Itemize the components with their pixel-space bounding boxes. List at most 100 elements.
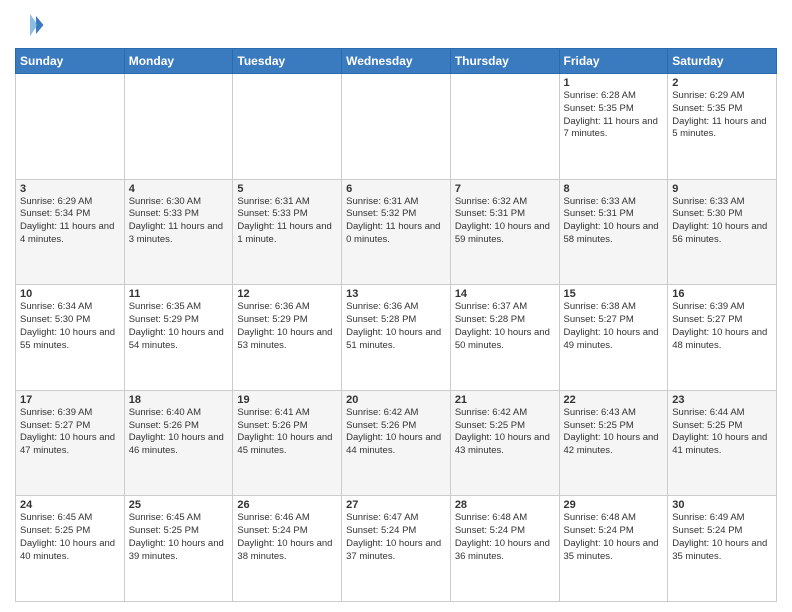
calendar-cell: [16, 74, 125, 180]
cell-text: Sunrise: 6:39 AM Sunset: 5:27 PM Dayligh…: [20, 407, 120, 458]
cell-text: Sunrise: 6:39 AM Sunset: 5:27 PM Dayligh…: [672, 301, 772, 352]
cell-text: Sunrise: 6:46 AM Sunset: 5:24 PM Dayligh…: [237, 512, 337, 563]
cell-text: Sunrise: 6:29 AM Sunset: 5:34 PM Dayligh…: [20, 196, 120, 247]
day-number: 29: [564, 499, 664, 511]
day-number: 21: [455, 394, 555, 406]
calendar-cell: 22Sunrise: 6:43 AM Sunset: 5:25 PM Dayli…: [559, 390, 668, 496]
day-number: 23: [672, 394, 772, 406]
day-number: 18: [129, 394, 229, 406]
day-number: 19: [237, 394, 337, 406]
weekday-header-thursday: Thursday: [450, 49, 559, 74]
calendar-cell: 9Sunrise: 6:33 AM Sunset: 5:30 PM Daylig…: [668, 179, 777, 285]
calendar-cell: 15Sunrise: 6:38 AM Sunset: 5:27 PM Dayli…: [559, 285, 668, 391]
day-number: 15: [564, 288, 664, 300]
calendar-cell: 16Sunrise: 6:39 AM Sunset: 5:27 PM Dayli…: [668, 285, 777, 391]
week-row-5: 24Sunrise: 6:45 AM Sunset: 5:25 PM Dayli…: [16, 496, 777, 602]
calendar-cell: [124, 74, 233, 180]
cell-text: Sunrise: 6:31 AM Sunset: 5:33 PM Dayligh…: [237, 196, 337, 247]
week-row-1: 1Sunrise: 6:28 AM Sunset: 5:35 PM Daylig…: [16, 74, 777, 180]
calendar-cell: 13Sunrise: 6:36 AM Sunset: 5:28 PM Dayli…: [342, 285, 451, 391]
logo: [15, 10, 49, 40]
cell-text: Sunrise: 6:31 AM Sunset: 5:32 PM Dayligh…: [346, 196, 446, 247]
calendar-cell: 3Sunrise: 6:29 AM Sunset: 5:34 PM Daylig…: [16, 179, 125, 285]
calendar-cell: 17Sunrise: 6:39 AM Sunset: 5:27 PM Dayli…: [16, 390, 125, 496]
cell-text: Sunrise: 6:32 AM Sunset: 5:31 PM Dayligh…: [455, 196, 555, 247]
cell-text: Sunrise: 6:33 AM Sunset: 5:31 PM Dayligh…: [564, 196, 664, 247]
calendar-cell: 5Sunrise: 6:31 AM Sunset: 5:33 PM Daylig…: [233, 179, 342, 285]
day-number: 4: [129, 183, 229, 195]
day-number: 11: [129, 288, 229, 300]
calendar-cell: 26Sunrise: 6:46 AM Sunset: 5:24 PM Dayli…: [233, 496, 342, 602]
week-row-3: 10Sunrise: 6:34 AM Sunset: 5:30 PM Dayli…: [16, 285, 777, 391]
day-number: 14: [455, 288, 555, 300]
cell-text: Sunrise: 6:48 AM Sunset: 5:24 PM Dayligh…: [564, 512, 664, 563]
day-number: 20: [346, 394, 446, 406]
calendar-cell: 23Sunrise: 6:44 AM Sunset: 5:25 PM Dayli…: [668, 390, 777, 496]
calendar-cell: 8Sunrise: 6:33 AM Sunset: 5:31 PM Daylig…: [559, 179, 668, 285]
cell-text: Sunrise: 6:29 AM Sunset: 5:35 PM Dayligh…: [672, 90, 772, 141]
calendar-cell: [233, 74, 342, 180]
day-number: 22: [564, 394, 664, 406]
calendar-cell: 14Sunrise: 6:37 AM Sunset: 5:28 PM Dayli…: [450, 285, 559, 391]
calendar-cell: 19Sunrise: 6:41 AM Sunset: 5:26 PM Dayli…: [233, 390, 342, 496]
calendar-cell: 2Sunrise: 6:29 AM Sunset: 5:35 PM Daylig…: [668, 74, 777, 180]
cell-text: Sunrise: 6:36 AM Sunset: 5:28 PM Dayligh…: [346, 301, 446, 352]
day-number: 30: [672, 499, 772, 511]
calendar-cell: 21Sunrise: 6:42 AM Sunset: 5:25 PM Dayli…: [450, 390, 559, 496]
calendar-cell: 30Sunrise: 6:49 AM Sunset: 5:24 PM Dayli…: [668, 496, 777, 602]
day-number: 12: [237, 288, 337, 300]
cell-text: Sunrise: 6:49 AM Sunset: 5:24 PM Dayligh…: [672, 512, 772, 563]
day-number: 17: [20, 394, 120, 406]
calendar-cell: 24Sunrise: 6:45 AM Sunset: 5:25 PM Dayli…: [16, 496, 125, 602]
calendar-cell: 7Sunrise: 6:32 AM Sunset: 5:31 PM Daylig…: [450, 179, 559, 285]
day-number: 8: [564, 183, 664, 195]
cell-text: Sunrise: 6:42 AM Sunset: 5:26 PM Dayligh…: [346, 407, 446, 458]
cell-text: Sunrise: 6:30 AM Sunset: 5:33 PM Dayligh…: [129, 196, 229, 247]
calendar-cell: 25Sunrise: 6:45 AM Sunset: 5:25 PM Dayli…: [124, 496, 233, 602]
calendar: SundayMondayTuesdayWednesdayThursdayFrid…: [15, 48, 777, 602]
calendar-cell: 28Sunrise: 6:48 AM Sunset: 5:24 PM Dayli…: [450, 496, 559, 602]
week-row-2: 3Sunrise: 6:29 AM Sunset: 5:34 PM Daylig…: [16, 179, 777, 285]
day-number: 5: [237, 183, 337, 195]
calendar-cell: 10Sunrise: 6:34 AM Sunset: 5:30 PM Dayli…: [16, 285, 125, 391]
day-number: 25: [129, 499, 229, 511]
cell-text: Sunrise: 6:35 AM Sunset: 5:29 PM Dayligh…: [129, 301, 229, 352]
weekday-header-wednesday: Wednesday: [342, 49, 451, 74]
weekday-header-friday: Friday: [559, 49, 668, 74]
weekday-header-saturday: Saturday: [668, 49, 777, 74]
day-number: 26: [237, 499, 337, 511]
day-number: 9: [672, 183, 772, 195]
day-number: 13: [346, 288, 446, 300]
cell-text: Sunrise: 6:36 AM Sunset: 5:29 PM Dayligh…: [237, 301, 337, 352]
cell-text: Sunrise: 6:48 AM Sunset: 5:24 PM Dayligh…: [455, 512, 555, 563]
cell-text: Sunrise: 6:44 AM Sunset: 5:25 PM Dayligh…: [672, 407, 772, 458]
day-number: 3: [20, 183, 120, 195]
day-number: 1: [564, 77, 664, 89]
cell-text: Sunrise: 6:33 AM Sunset: 5:30 PM Dayligh…: [672, 196, 772, 247]
weekday-header-monday: Monday: [124, 49, 233, 74]
page: SundayMondayTuesdayWednesdayThursdayFrid…: [0, 0, 792, 612]
week-row-4: 17Sunrise: 6:39 AM Sunset: 5:27 PM Dayli…: [16, 390, 777, 496]
cell-text: Sunrise: 6:37 AM Sunset: 5:28 PM Dayligh…: [455, 301, 555, 352]
calendar-cell: 29Sunrise: 6:48 AM Sunset: 5:24 PM Dayli…: [559, 496, 668, 602]
calendar-cell: [342, 74, 451, 180]
day-number: 6: [346, 183, 446, 195]
day-number: 2: [672, 77, 772, 89]
day-number: 24: [20, 499, 120, 511]
cell-text: Sunrise: 6:43 AM Sunset: 5:25 PM Dayligh…: [564, 407, 664, 458]
cell-text: Sunrise: 6:47 AM Sunset: 5:24 PM Dayligh…: [346, 512, 446, 563]
logo-icon: [15, 10, 45, 40]
day-number: 28: [455, 499, 555, 511]
cell-text: Sunrise: 6:42 AM Sunset: 5:25 PM Dayligh…: [455, 407, 555, 458]
weekday-header-tuesday: Tuesday: [233, 49, 342, 74]
calendar-cell: 11Sunrise: 6:35 AM Sunset: 5:29 PM Dayli…: [124, 285, 233, 391]
cell-text: Sunrise: 6:34 AM Sunset: 5:30 PM Dayligh…: [20, 301, 120, 352]
calendar-cell: 6Sunrise: 6:31 AM Sunset: 5:32 PM Daylig…: [342, 179, 451, 285]
cell-text: Sunrise: 6:45 AM Sunset: 5:25 PM Dayligh…: [20, 512, 120, 563]
cell-text: Sunrise: 6:41 AM Sunset: 5:26 PM Dayligh…: [237, 407, 337, 458]
calendar-cell: 1Sunrise: 6:28 AM Sunset: 5:35 PM Daylig…: [559, 74, 668, 180]
calendar-cell: 12Sunrise: 6:36 AM Sunset: 5:29 PM Dayli…: [233, 285, 342, 391]
calendar-cell: 4Sunrise: 6:30 AM Sunset: 5:33 PM Daylig…: [124, 179, 233, 285]
calendar-cell: 18Sunrise: 6:40 AM Sunset: 5:26 PM Dayli…: [124, 390, 233, 496]
day-number: 16: [672, 288, 772, 300]
